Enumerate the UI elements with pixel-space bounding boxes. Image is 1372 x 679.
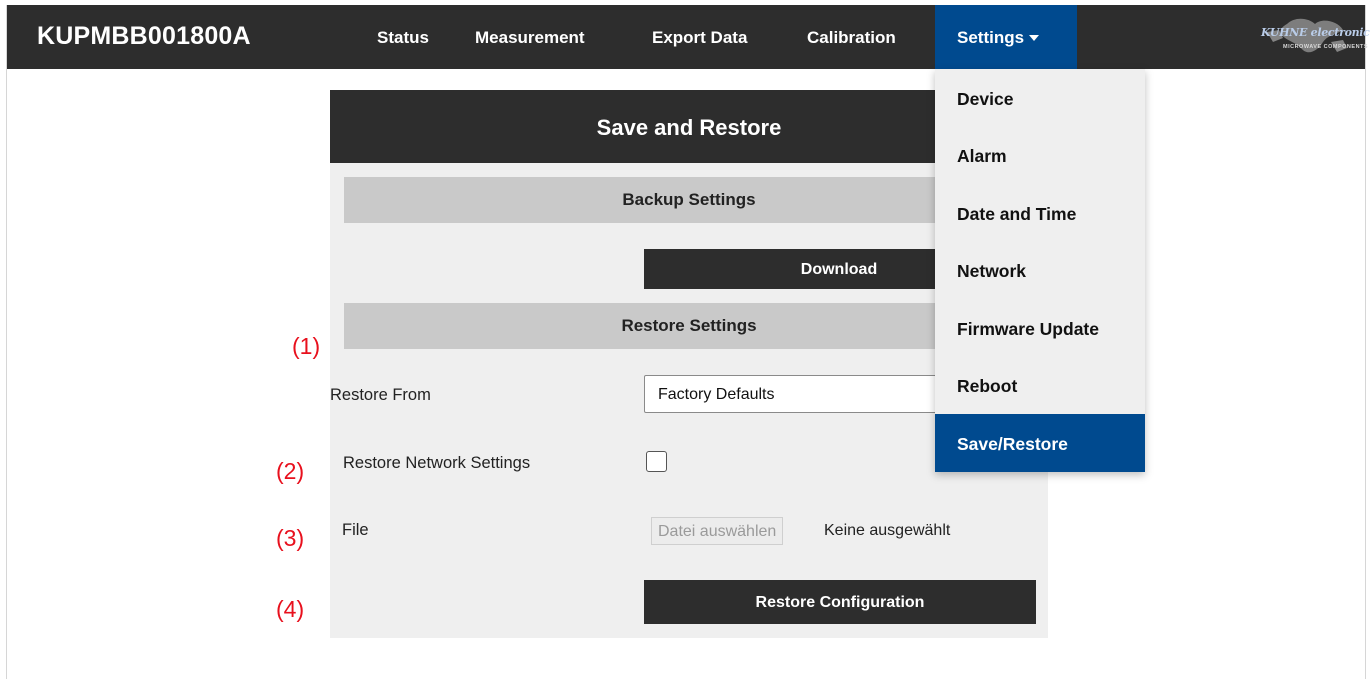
nav-status[interactable]: Status [377,5,429,69]
annotation-2: (2) [276,458,305,484]
menu-item-network[interactable]: Network [935,243,1145,301]
nav-settings[interactable]: Settings [935,5,1077,69]
nav-calibration[interactable]: Calibration [807,5,896,69]
menu-item-save-restore[interactable]: Save/Restore [935,414,1145,472]
logo-subtext: MICROWAVE COMPONENTS [1283,44,1369,50]
backup-settings-header: Backup Settings [344,177,1034,223]
menu-item-firmware-update[interactable]: Firmware Update [935,301,1145,359]
device-name: KUPMBB001800A [37,22,251,50]
menu-item-label: Device [957,89,1014,109]
nav-export-data[interactable]: Export Data [652,5,747,69]
file-label: File [342,521,369,539]
company-logo: KUHNE electronic MICROWAVE COMPONENTS [1257,12,1370,62]
menu-item-label: Date and Time [957,204,1077,224]
menu-item-reboot[interactable]: Reboot [935,359,1145,417]
file-status-text: Keine ausgewählt [824,522,951,539]
settings-dropdown-menu: Device Alarm Date and Time Network Firmw… [935,69,1145,472]
caret-down-icon [1029,35,1040,41]
menu-item-label: Network [957,261,1027,281]
logo-text: KUHNE electronic [1261,26,1370,39]
restore-configuration-button[interactable]: Restore Configuration [644,580,1036,624]
menu-item-label: Reboot [957,376,1018,396]
menu-item-date-and-time[interactable]: Date and Time [935,185,1145,243]
annotation-3: (3) [276,525,305,551]
restore-settings-header: Restore Settings [344,303,1034,349]
menu-item-label: Alarm [957,146,1007,166]
nav-measurement[interactable]: Measurement [475,5,585,69]
restore-from-label: Restore From [330,386,431,404]
annotation-4: (4) [276,596,305,622]
menu-item-label: Firmware Update [957,319,1099,339]
menu-item-device[interactable]: Device [935,69,1145,127]
annotation-1: (1) [292,333,321,359]
menu-item-alarm[interactable]: Alarm [935,127,1145,185]
top-navbar: KUPMBB001800A Status Measurement Export … [7,5,1370,69]
choose-file-button[interactable]: Datei auswählen [651,517,784,545]
menu-item-label: Save/Restore [957,434,1068,454]
restore-network-checkbox[interactable] [646,451,667,472]
nav-settings-label: Settings [957,28,1025,47]
restore-network-label: Restore Network Settings [343,454,531,472]
